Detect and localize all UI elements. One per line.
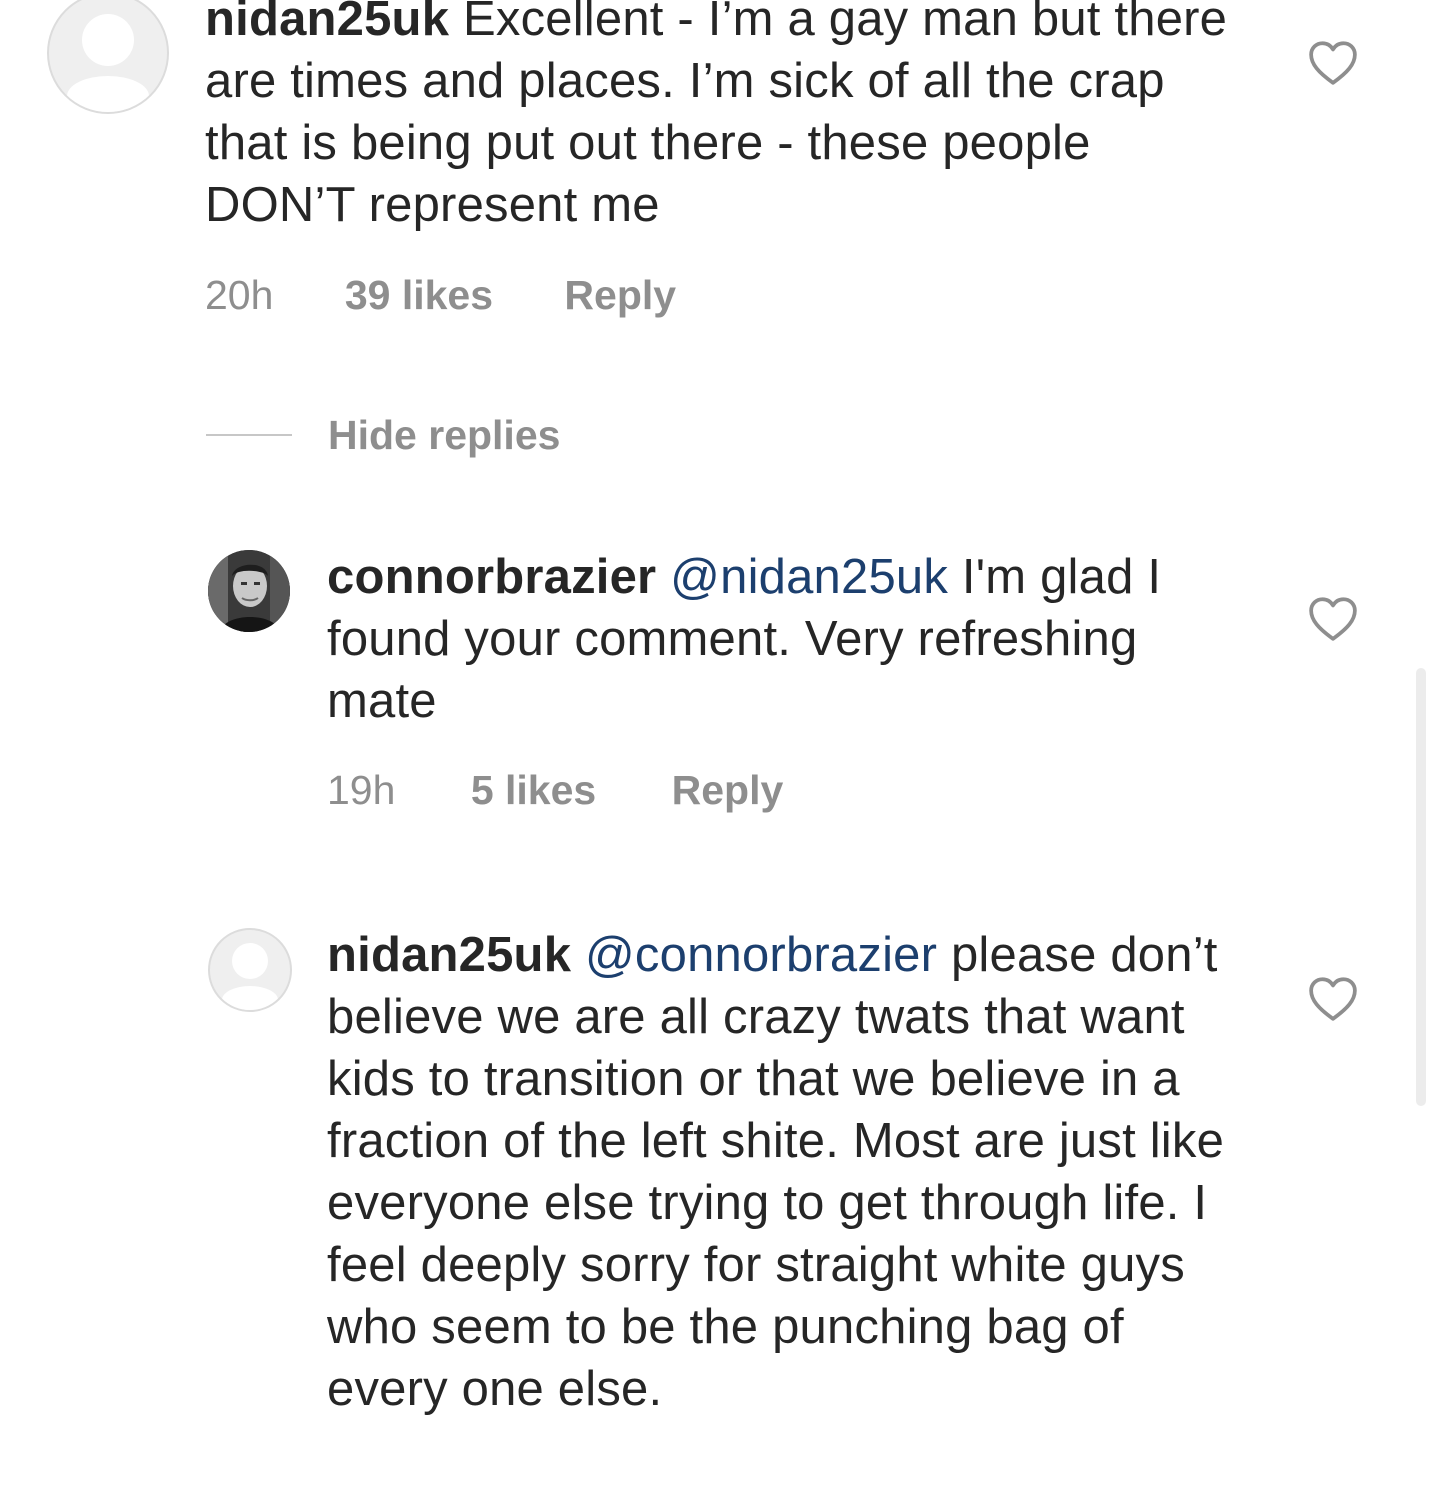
comment-meta: 20h 39 likes Reply [205, 270, 676, 320]
comment-time: 20h [205, 272, 274, 318]
avatar-placeholder-icon[interactable] [208, 928, 292, 1012]
comment-likes-count[interactable]: 39 likes [345, 270, 493, 320]
reply-likes-count[interactable]: 5 likes [471, 765, 596, 815]
reply-username[interactable]: connorbrazier [327, 550, 656, 604]
profile-photo-icon [208, 550, 290, 632]
reply-time: 19h [327, 767, 396, 813]
hide-replies-label: Hide replies [328, 411, 561, 458]
reply-body: nidan25uk @connorbrazier please don’t be… [327, 924, 1227, 1420]
reply-button[interactable]: Reply [564, 270, 676, 320]
heart-icon[interactable] [1308, 596, 1358, 642]
mention-link[interactable]: @nidan25uk [670, 550, 948, 604]
reply-meta: 19h 5 likes Reply [327, 765, 783, 815]
comment-body: nidan25uk Excellent - I’m a gay man but … [205, 0, 1245, 236]
avatar[interactable] [208, 550, 290, 632]
hide-replies-button[interactable]: Hide replies [206, 410, 560, 460]
scrollbar[interactable] [1416, 668, 1426, 1106]
reply-button[interactable]: Reply [672, 765, 784, 815]
reply-username[interactable]: nidan25uk [327, 928, 571, 982]
avatar-placeholder-icon[interactable] [47, 0, 169, 114]
heart-icon[interactable] [1308, 976, 1358, 1022]
divider [206, 434, 292, 436]
comment-username[interactable]: nidan25uk [205, 0, 449, 46]
mention-link[interactable]: @connorbrazier [585, 928, 937, 982]
reply-body: connorbrazier @nidan25uk I'm glad I foun… [327, 546, 1247, 732]
heart-icon[interactable] [1308, 40, 1358, 86]
reply-text: please don’t believe we are all crazy tw… [327, 928, 1225, 1416]
